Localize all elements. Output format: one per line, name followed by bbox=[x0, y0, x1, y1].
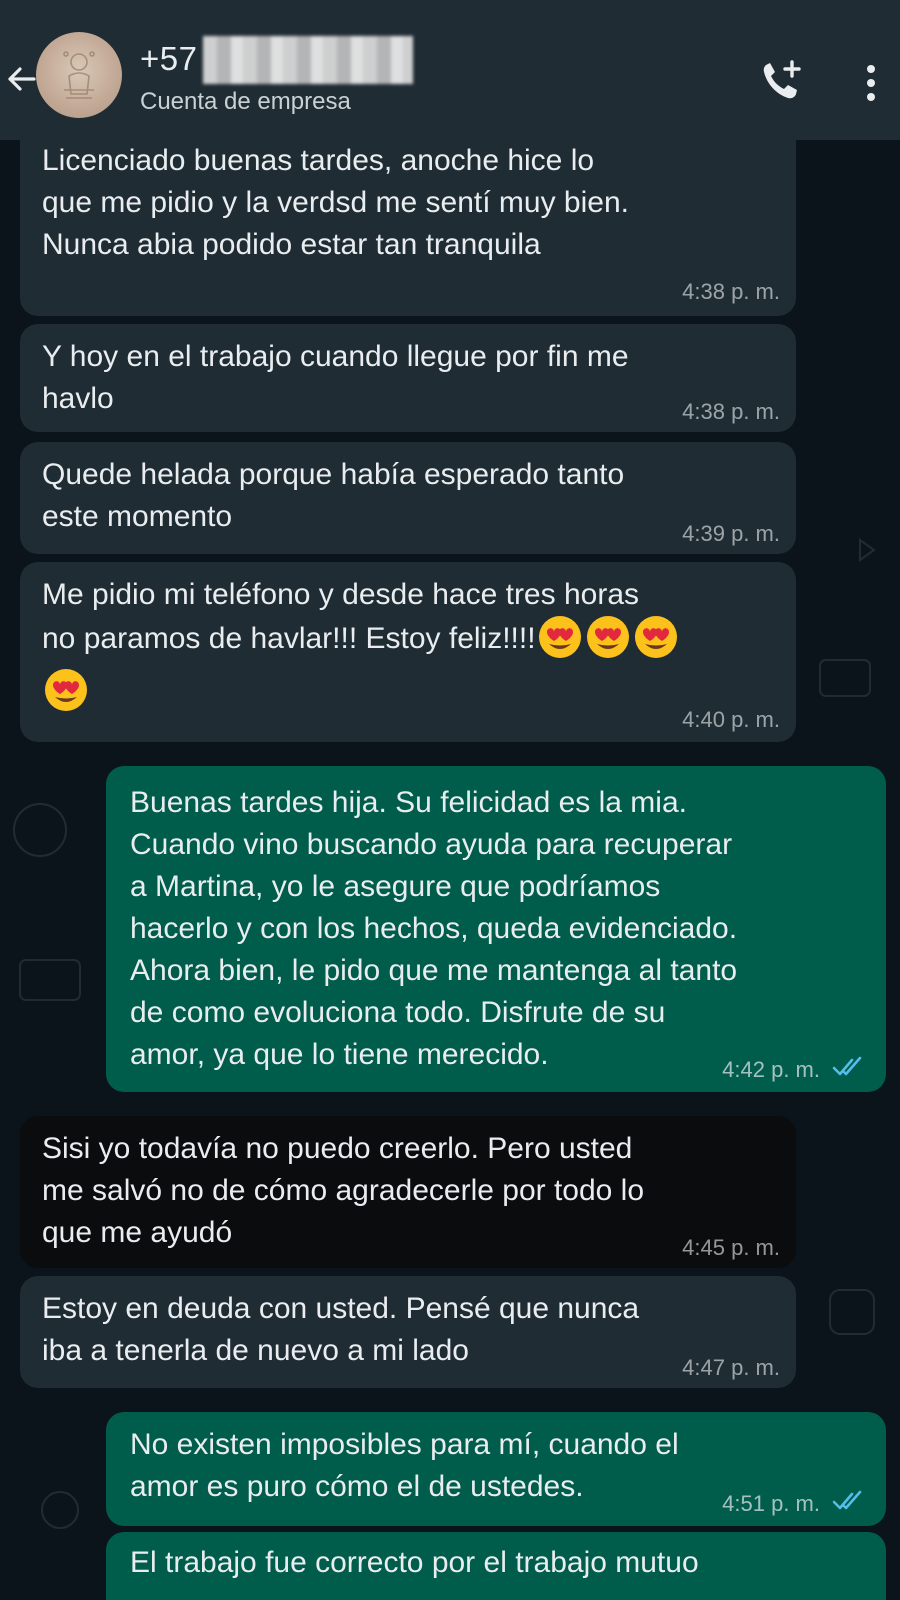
message-text: Estoy en deuda con usted. Pensé que nunc… bbox=[42, 1292, 640, 1367]
message-text: Sisi yo todavía no puedo creerlo. Pero u… bbox=[42, 1132, 645, 1249]
message-time: 4:39 p. m. bbox=[682, 521, 780, 546]
message-text: Buenas tardes hija. Su felicidad es la m… bbox=[130, 786, 738, 1071]
outgoing-message[interactable]: No existen imposibles para mí, cuando el… bbox=[106, 1412, 886, 1526]
heart-eyes-emoji-icon bbox=[538, 616, 581, 658]
incoming-message[interactable]: Licenciado buenas tardes, anoche hice lo… bbox=[20, 120, 796, 316]
read-receipt-icon bbox=[832, 1056, 862, 1076]
heart-eyes-emoji-icon bbox=[586, 616, 629, 658]
incoming-message[interactable]: Sisi yo todavía no puedo creerlo. Pero u… bbox=[20, 1116, 796, 1268]
chat-screen: +57 Cuenta de empresa Licenciado buenas … bbox=[0, 0, 900, 1600]
phone-plus-icon[interactable] bbox=[758, 58, 804, 104]
message-text: Licenciado buenas tardes, anoche hice lo… bbox=[42, 144, 629, 261]
outgoing-message[interactable]: El trabajo fue correcto por el trabajo m… bbox=[106, 1532, 886, 1600]
message-text: No existen imposibles para mí, cuando el… bbox=[130, 1428, 679, 1503]
message-time: 4:45 p. m. bbox=[682, 1235, 780, 1260]
message-line: no paramos de havlar!!! Estoy feliz!!!! bbox=[42, 621, 536, 655]
message-line: Me pidio mi teléfono y desde hace tres h… bbox=[42, 578, 639, 611]
contact-number-redacted bbox=[203, 36, 413, 84]
message-time: 4:51 p. m. bbox=[722, 1491, 820, 1516]
contact-number-prefix[interactable]: +57 bbox=[140, 40, 197, 78]
message-time: 4:38 p. m. bbox=[682, 399, 780, 424]
heart-eyes-emoji-icon bbox=[45, 669, 87, 711]
vertical-dots-icon[interactable] bbox=[860, 62, 882, 104]
message-text: El trabajo fue correcto por el trabajo m… bbox=[130, 1546, 699, 1579]
account-type-label: Cuenta de empresa bbox=[140, 88, 351, 115]
message-time: 4:38 p. m. bbox=[682, 279, 780, 304]
avatar-illustration-icon bbox=[63, 51, 95, 99]
contact-avatar[interactable] bbox=[36, 32, 122, 118]
incoming-message[interactable]: Y hoy en el trabajo cuando llegue por fi… bbox=[20, 324, 796, 432]
message-time: 4:47 p. m. bbox=[682, 1355, 780, 1380]
read-receipt-icon bbox=[832, 1490, 862, 1510]
message-time: 4:40 p. m. bbox=[682, 707, 780, 732]
incoming-message[interactable]: Quede helada porque había esperado tanto… bbox=[20, 442, 796, 554]
chat-header: +57 Cuenta de empresa bbox=[0, 0, 900, 140]
arrow-left-icon[interactable] bbox=[4, 62, 38, 96]
message-text: Me pidio mi teléfono y desde hace tres h… bbox=[42, 574, 680, 712]
message-text: Quede helada porque había esperado tanto… bbox=[42, 458, 625, 533]
heart-eyes-emoji-icon bbox=[634, 616, 677, 658]
message-text: Y hoy en el trabajo cuando llegue por fi… bbox=[42, 340, 629, 415]
outgoing-message[interactable]: Buenas tardes hija. Su felicidad es la m… bbox=[106, 766, 886, 1092]
incoming-message[interactable]: Estoy en deuda con usted. Pensé que nunc… bbox=[20, 1276, 796, 1388]
incoming-message[interactable]: Me pidio mi teléfono y desde hace tres h… bbox=[20, 562, 796, 742]
message-time: 4:42 p. m. bbox=[722, 1057, 820, 1082]
